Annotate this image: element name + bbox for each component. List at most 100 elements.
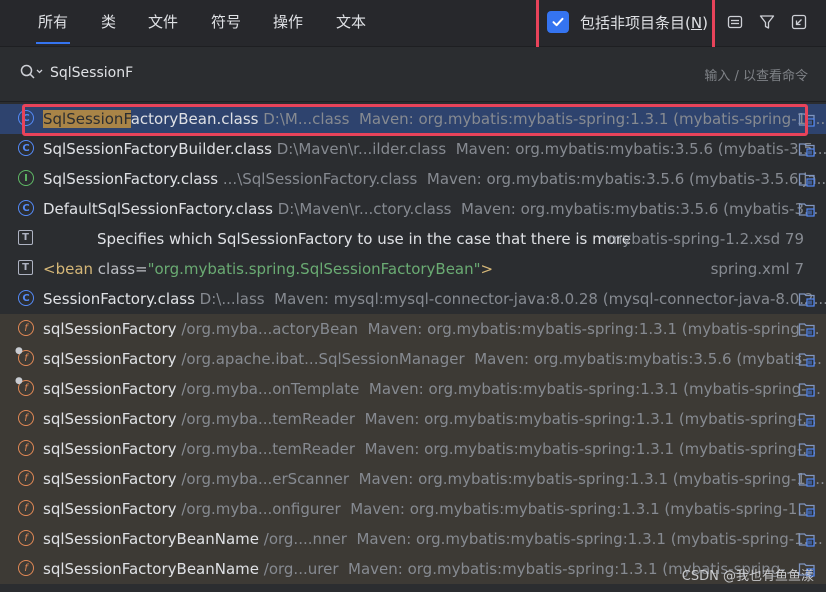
interface-icon: I <box>18 170 34 186</box>
result-location: spring.xml 7 <box>710 260 804 278</box>
library-jar-icon <box>798 170 816 188</box>
result-name: SqlSessionFactory.class <box>43 170 219 188</box>
result-icon: C <box>18 110 36 128</box>
result-icon: f <box>18 530 36 548</box>
result-icon: f <box>18 410 36 428</box>
result-row[interactable]: I SqlSessionFactory.class ...\SqlSessionF… <box>0 164 826 194</box>
result-row[interactable]: C SqlSessionFactoryBean.class D:\M...clas… <box>0 104 826 134</box>
result-row[interactable]: f sqlSessionFactoryBeanName /org....nner … <box>0 524 826 554</box>
text-icon: T <box>18 230 33 245</box>
text-icon: T <box>18 260 33 275</box>
result-icon: I <box>18 170 36 188</box>
result-path: /org.apache.ibat...SqlSessionManager <box>181 350 465 368</box>
result-row[interactable]: f ● sqlSessionFactory /org.apache.ibat...S… <box>0 344 826 374</box>
checkmark-icon <box>552 17 564 27</box>
result-row[interactable]: f ● sqlSessionFactory /org.myba...onTempla… <box>0 374 826 404</box>
result-text: SqlSessionFactoryBean.class D:\M...class… <box>43 109 825 129</box>
result-text: DefaultSqlSessionFactory.class D:\Maven\… <box>43 199 818 219</box>
result-library: Maven: org.mybatis:mybatis:3.5.6 (mybati… <box>474 350 822 368</box>
search-input[interactable] <box>50 61 610 85</box>
field-icon: f <box>18 530 34 546</box>
xml-value: "org.mybatis.spring.SqlSessionFactoryBea… <box>147 260 481 278</box>
results-list[interactable]: C SqlSessionFactoryBean.class D:\M...clas… <box>0 104 826 592</box>
filter-icon[interactable] <box>757 12 777 32</box>
class-icon: C <box>18 290 34 306</box>
result-name: sqlSessionFactoryBeanName <box>43 560 259 578</box>
library-jar-icon <box>798 530 816 548</box>
result-row[interactable]: f sqlSessionFactory /org.myba...onfigurer… <box>0 494 826 524</box>
library-jar-icon <box>798 290 816 308</box>
include-non-project-checkbox[interactable] <box>547 11 569 33</box>
lock-icon: ● <box>15 376 23 386</box>
result-text: sqlSessionFactoryBeanName /org....nner M… <box>43 529 823 549</box>
field-icon: f <box>18 500 34 516</box>
search-everywhere-popup: 所有 类 文件 符号 操作 文本 包括非项目条目(N) 输入 / 以查看命令 C… <box>0 0 826 592</box>
library-jar-icon <box>798 440 816 458</box>
result-row[interactable]: f sqlSessionFactory /org.myba...temReader… <box>0 404 826 434</box>
include-non-project-label: 包括非项目条目(N) <box>580 13 708 32</box>
result-name: sqlSessionFactory <box>43 380 177 398</box>
search-bar: 输入 / 以查看命令 <box>0 47 826 102</box>
result-row[interactable]: f sqlSessionFactory /org.myba...actoryBea… <box>0 314 826 344</box>
result-name: sqlSessionFactory <box>43 320 177 338</box>
result-path: /org.myba...onTemplate <box>181 380 360 398</box>
result-text: SqlSessionFactoryBuilder.class D:\Maven\… <box>43 139 826 159</box>
result-row[interactable]: C DefaultSqlSessionFactory.class D:\Maven… <box>0 194 826 224</box>
result-library: Maven: org.mybatis:mybatis:3.5.6 (mybati… <box>455 140 826 158</box>
match-highlight: SqlSessionF <box>43 110 131 128</box>
tab-classes[interactable]: 类 <box>101 0 116 46</box>
result-path: /org...urer <box>263 560 339 578</box>
tab-all[interactable]: 所有 <box>35 0 71 46</box>
search-icon[interactable] <box>20 64 44 84</box>
tab-bar: 所有 类 文件 符号 操作 文本 包括非项目条目(N) <box>0 0 826 61</box>
result-text: sqlSessionFactory /org.myba...erScanner … <box>43 469 825 489</box>
result-row[interactable]: T <bean class="org.mybatis.spring.SqlSess… <box>0 254 826 284</box>
result-text: sqlSessionFactory /org.myba...temReader … <box>43 439 817 459</box>
library-jar-icon <box>798 500 816 518</box>
preview-icon[interactable] <box>725 12 745 32</box>
xml-tag-close: > <box>480 260 494 278</box>
result-path: /org.myba...actoryBean <box>181 320 359 338</box>
tab-text[interactable]: 文本 <box>336 0 366 46</box>
result-row[interactable]: f sqlSessionFactory /org.myba...temReader… <box>0 434 826 464</box>
result-library: Maven: org.mybatis:mybatis:3.5.6 (mybati… <box>426 170 826 188</box>
result-text: sqlSessionFactory /org.apache.ibat...Sql… <box>43 349 822 369</box>
result-icon: T <box>18 260 36 278</box>
result-text: SessionFactory.class D:\...lass Maven: m… <box>43 289 826 309</box>
library-jar-icon <box>798 110 816 128</box>
result-path: D:\Maven\r...ctory.class <box>277 200 452 218</box>
text-match: Specifies which SqlSessionFactory to use… <box>97 230 631 248</box>
result-library: Maven: org.mybatis:mybatis-spring:1.3.1 … <box>364 410 817 428</box>
tab-actions[interactable]: 操作 <box>273 0 303 46</box>
result-icon: C <box>18 200 36 218</box>
result-library: Maven: org.mybatis:mybatis-spring:1.3.1 … <box>358 110 826 128</box>
result-row[interactable]: C SqlSessionFactoryBuilder.class D:\Maven… <box>0 134 826 164</box>
result-name: SessionFactory.class <box>43 290 195 308</box>
result-path: D:\Maven\r...ilder.class <box>276 140 447 158</box>
tab-symbols[interactable]: 符号 <box>211 0 241 46</box>
result-path: D:\M...class <box>263 110 350 128</box>
library-jar-icon <box>798 470 816 488</box>
result-row[interactable]: T Specifies which SqlSessionFactory to us… <box>0 224 826 254</box>
xml-tag: <bean <box>43 260 98 278</box>
result-icon: f <box>18 440 36 458</box>
result-name: SqlSessionFactoryBean.class <box>43 110 259 128</box>
library-jar-icon <box>798 350 816 368</box>
class-icon: C <box>18 110 34 126</box>
result-library: Maven: mysql:mysql-connector-java:8.0.28… <box>274 290 826 308</box>
result-library: Maven: org.mybatis:mybatis-spring:1.3.1 … <box>367 320 820 338</box>
result-name: sqlSessionFactory <box>43 500 177 518</box>
command-hint: 输入 / 以查看命令 <box>704 69 808 84</box>
tab-files[interactable]: 文件 <box>148 0 178 46</box>
result-path: /org....nner <box>263 530 347 548</box>
result-path: D:\...lass <box>199 290 265 308</box>
result-row[interactable]: f sqlSessionFactory /org.myba...erScanner… <box>0 464 826 494</box>
field-icon: f <box>18 320 34 336</box>
include-non-project-toggle[interactable]: 包括非项目条目(N) <box>547 9 708 35</box>
result-row[interactable]: C SessionFactory.class D:\...lass Maven: … <box>0 284 826 314</box>
result-library: Maven: org.mybatis:mybatis:3.5.6 (mybati… <box>461 200 819 218</box>
result-library: Maven: org.mybatis:mybatis-spring:1.3.1 … <box>350 500 817 518</box>
result-path: ...\SqlSessionFactory.class <box>222 170 418 188</box>
open-in-window-icon[interactable] <box>789 12 809 32</box>
result-path: /org.myba...onfigurer <box>181 500 341 518</box>
